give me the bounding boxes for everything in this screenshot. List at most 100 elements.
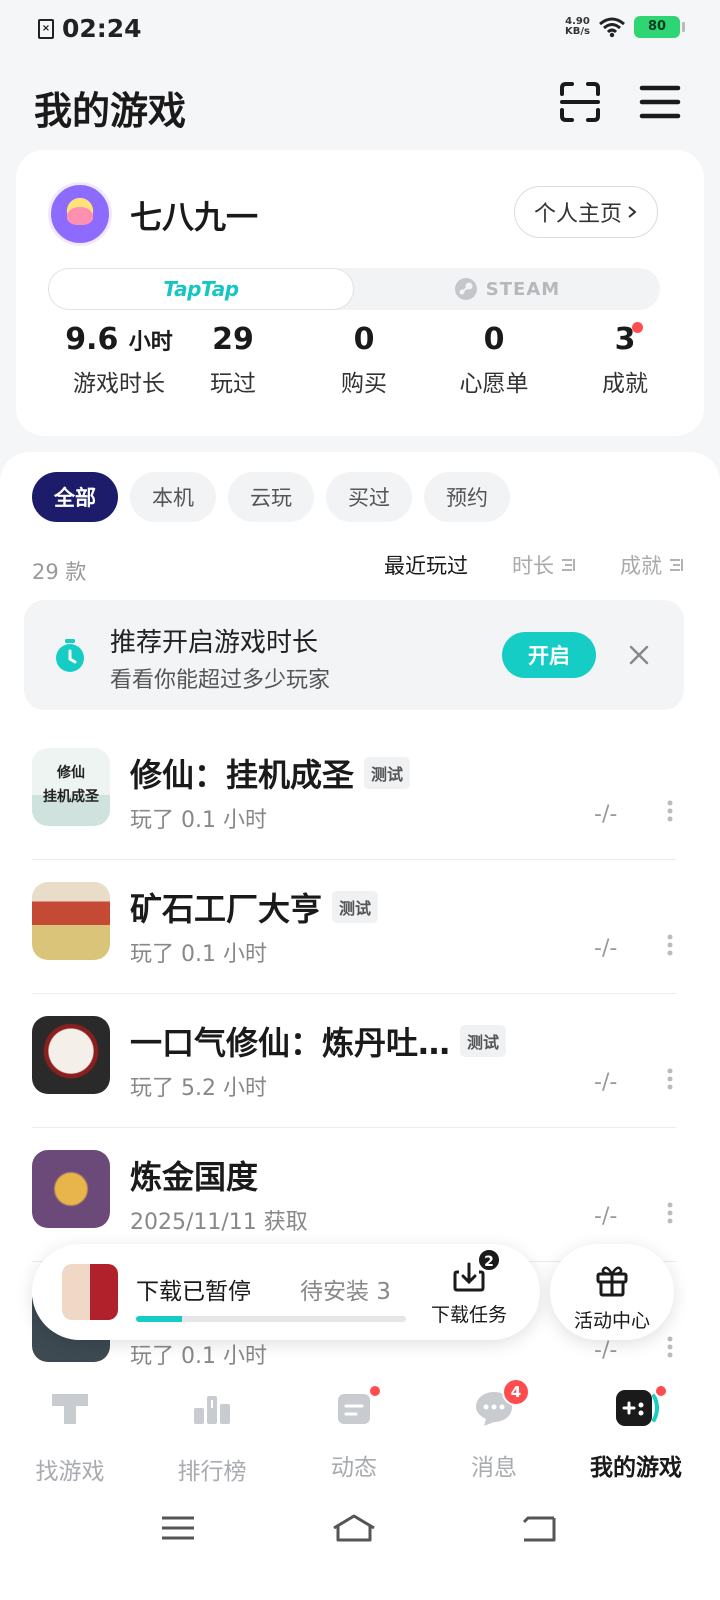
filter-bought[interactable]: 买过 — [326, 472, 412, 522]
game-rating: -/- — [594, 1070, 618, 1095]
activity-center-button[interactable]: 活动中心 — [550, 1244, 674, 1340]
notification-dot — [654, 1384, 668, 1398]
sort-label: 最近玩过 — [384, 554, 468, 578]
scan-icon[interactable] — [558, 80, 602, 124]
recommendation-title: 推荐开启游戏时长 — [110, 628, 319, 658]
game-name: 炼金国度 — [130, 1158, 259, 1196]
game-icon — [32, 1150, 110, 1228]
game-name: 修仙：挂机成圣 — [130, 756, 355, 794]
game-rating: -/- — [594, 1338, 618, 1363]
nav-label: 消息 — [471, 1455, 517, 1481]
more-options-icon[interactable] — [666, 1334, 674, 1360]
game-name: 一口气修仙：炼丹吐… — [130, 1024, 451, 1062]
game-list-item[interactable]: 矿石工厂大亨 测试 玩了 0.1 小时 -/- — [32, 860, 676, 994]
status-time: 02:24 — [62, 14, 142, 43]
homepage-button[interactable]: 个人主页 — [514, 186, 658, 238]
system-navigation-bar — [0, 1490, 720, 1600]
nav-feed[interactable]: 动态 — [284, 1384, 424, 1482]
stat-label: 心愿单 — [459, 371, 529, 397]
stats-row: 9.6 小时 游戏时长 29 玩过 0 购买 0 心愿单 3 成就 — [16, 320, 704, 410]
stat-value: 0 — [353, 322, 375, 357]
download-tasks-button[interactable]: 2 下载任务 — [424, 1248, 514, 1327]
game-list-item[interactable]: 修仙 挂机成圣 修仙：挂机成圣 测试 玩了 0.1 小时 -/- — [32, 726, 676, 860]
stat-value: 0 — [483, 322, 505, 357]
game-rating: -/- — [594, 802, 618, 827]
game-playtime: 玩了 0.1 小时 — [130, 1344, 267, 1369]
game-icon-text: 挂机成圣 — [43, 789, 99, 805]
network-speed: 4.90 KB/s — [565, 17, 590, 37]
game-acquired-date: 2025/11/11 获取 — [130, 1210, 308, 1235]
game-playtime: 玩了 0.1 小时 — [130, 808, 267, 833]
home-icon[interactable] — [330, 1510, 378, 1546]
filter-all[interactable]: 全部 — [32, 472, 118, 522]
filter-chips: 全部 本机 云玩 买过 预约 — [32, 472, 510, 522]
close-icon[interactable] — [628, 644, 650, 666]
gift-icon — [596, 1266, 628, 1297]
nav-label: 排行榜 — [177, 1459, 247, 1485]
game-rating: -/- — [594, 1204, 618, 1229]
filter-local[interactable]: 本机 — [130, 472, 216, 522]
stat-played[interactable]: 29 玩过 — [168, 320, 298, 398]
tab-taptap[interactable]: TapTap — [48, 268, 354, 310]
more-options-icon[interactable] — [666, 1200, 674, 1226]
enable-playtime-button[interactable]: 开启 — [502, 632, 596, 678]
game-playtime: 玩了 5.2 小时 — [130, 1076, 267, 1101]
game-icon: 修仙 挂机成圣 — [32, 748, 110, 826]
sort-icon — [562, 559, 575, 571]
game-list-item[interactable]: 炼金国度 2025/11/11 获取 -/- — [32, 1128, 676, 1262]
nav-label: 我的游戏 — [590, 1455, 682, 1481]
sort-options: 最近玩过 时长 成就 — [384, 550, 684, 580]
sort-achievements[interactable]: 成就 — [620, 550, 684, 580]
filter-reserved[interactable]: 预约 — [424, 472, 510, 522]
nav-find-games[interactable]: 找游戏 — [0, 1386, 140, 1486]
game-icon — [32, 882, 110, 960]
platform-toggle: TapTap STEAM — [48, 268, 660, 310]
sort-label: 时长 — [512, 554, 554, 578]
stat-purchased[interactable]: 0 购买 — [299, 320, 429, 398]
stat-wishlist[interactable]: 0 心愿单 — [429, 320, 559, 398]
sort-playtime[interactable]: 时长 — [512, 550, 576, 580]
steam-label: STEAM — [485, 278, 561, 300]
profile-card: 七八九一 个人主页 TapTap STEAM 9.6 小时 游戏时长 29 玩过 — [16, 150, 704, 436]
steam-icon — [454, 278, 477, 300]
avatar[interactable] — [48, 182, 112, 246]
game-playtime: 玩了 0.1 小时 — [130, 942, 267, 967]
download-task-count: 2 — [477, 1248, 501, 1272]
wifi-icon — [599, 17, 625, 38]
more-options-icon[interactable] — [666, 1066, 674, 1092]
chevron-right-icon — [628, 206, 637, 218]
test-badge: 测试 — [364, 757, 411, 789]
no-sim-icon: × — [38, 18, 54, 39]
recent-apps-icon[interactable] — [158, 1510, 198, 1546]
status-bar: × 02:24 4.90 KB/s 80 — [0, 0, 720, 56]
filter-cloud[interactable]: 云玩 — [228, 472, 314, 522]
game-list-item[interactable]: 一口气修仙：炼丹吐… 测试 玩了 5.2 小时 -/- — [32, 994, 676, 1128]
games-count: 29 款 — [32, 560, 87, 584]
network-speed-unit: KB/s — [565, 26, 590, 37]
stat-unit: 小时 — [128, 330, 173, 355]
sort-recent[interactable]: 最近玩过 — [384, 550, 468, 580]
nav-my-games[interactable]: 我的游戏 — [566, 1384, 706, 1482]
stat-value: 9.6 — [65, 322, 119, 357]
notification-dot — [632, 322, 644, 333]
download-bar[interactable]: 下载已暂停 待安装 3 2 下载任务 — [32, 1244, 540, 1340]
download-progress-fill — [136, 1316, 182, 1322]
stat-value: 29 — [212, 322, 254, 357]
tab-steam[interactable]: STEAM — [354, 268, 660, 310]
stat-achievements[interactable]: 3 成就 — [560, 320, 690, 398]
download-tasks-label: 下载任务 — [430, 1304, 507, 1326]
nav-label: 找游戏 — [35, 1459, 105, 1485]
stat-label: 购买 — [341, 371, 387, 397]
more-options-icon[interactable] — [666, 798, 674, 824]
more-options-icon[interactable] — [666, 932, 674, 958]
nav-messages[interactable]: 4 消息 — [424, 1378, 564, 1482]
stat-label: 玩过 — [210, 371, 256, 397]
menu-icon[interactable] — [638, 80, 682, 124]
battery-indicator: 80 — [634, 16, 685, 38]
back-icon[interactable] — [518, 1510, 558, 1546]
timer-icon — [56, 639, 84, 672]
nav-rankings[interactable]: 排行榜 — [142, 1386, 282, 1486]
stat-playtime[interactable]: 9.6 小时 游戏时长 — [54, 320, 184, 398]
taptap-logo-icon — [52, 1394, 88, 1424]
stat-label: 成就 — [602, 371, 648, 397]
